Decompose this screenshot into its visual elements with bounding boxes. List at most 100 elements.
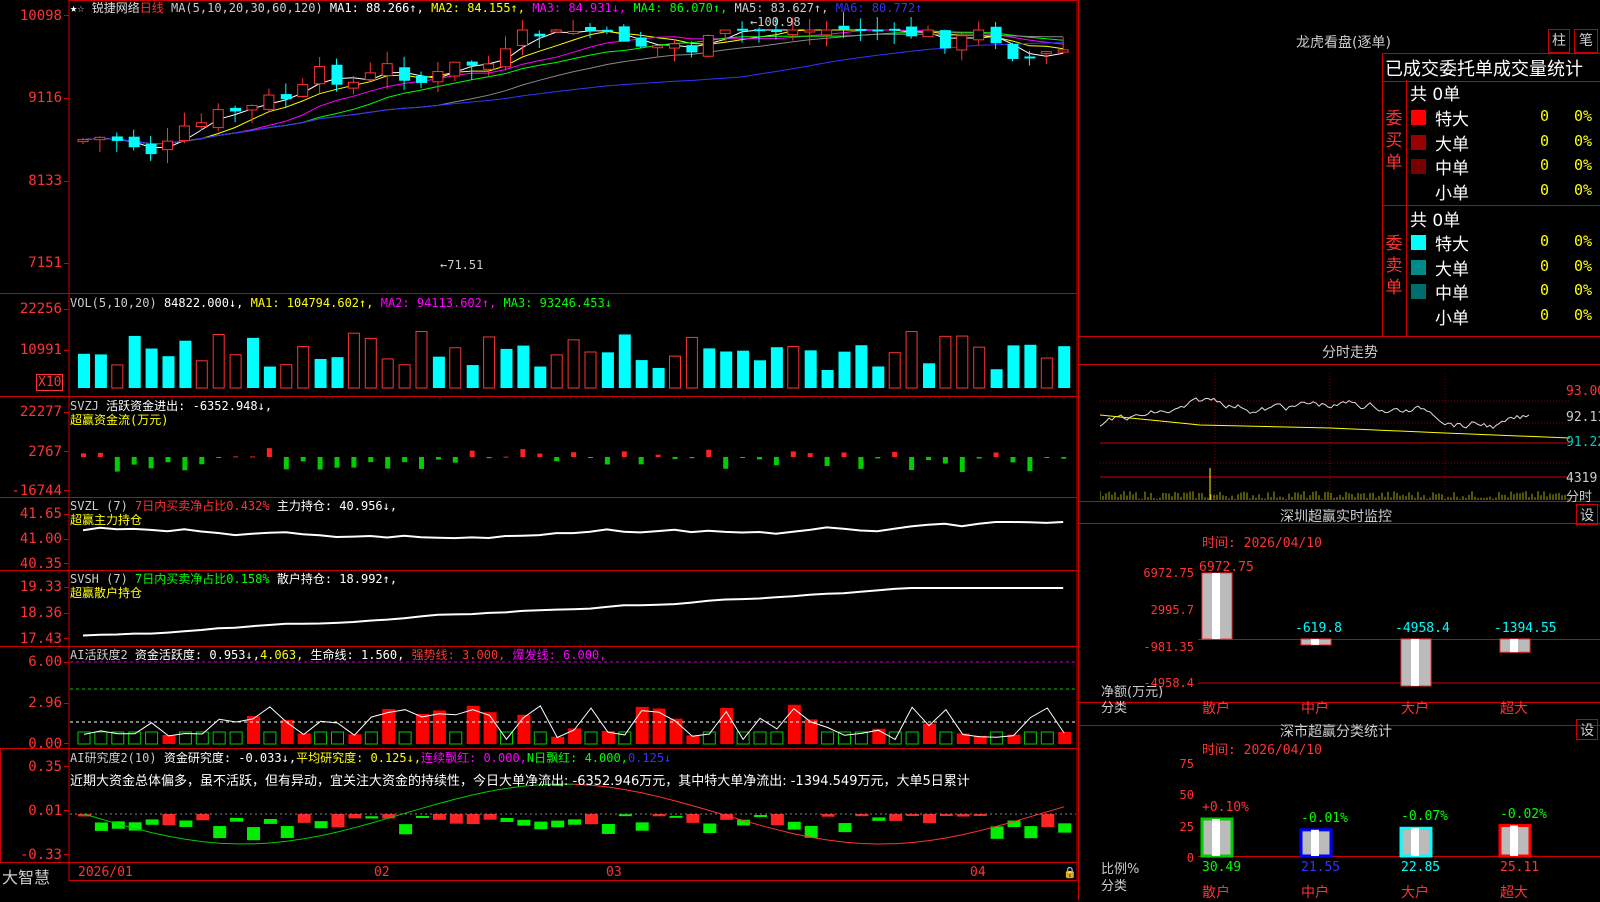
research-bar — [280, 826, 294, 839]
flow-bar — [976, 457, 982, 459]
vol-unit-badge: X10 — [36, 374, 64, 391]
research-bar — [145, 819, 159, 825]
order-type-label: 小单 — [1435, 183, 1469, 204]
flow-bar — [351, 457, 357, 468]
vol-bar — [720, 351, 733, 388]
date-tick-0: 2026/01 — [78, 865, 133, 880]
vol-bar — [314, 358, 327, 388]
lock-icon[interactable]: 🔒 — [1063, 866, 1077, 879]
activity-bar — [331, 731, 344, 745]
candle — [314, 66, 326, 85]
intraday-chart[interactable] — [1100, 373, 1570, 501]
vol-bar — [618, 334, 631, 388]
activity-bar — [787, 704, 801, 744]
activity-bar — [432, 710, 446, 744]
candle — [585, 27, 596, 32]
classify-value-label: 30.49 — [1202, 860, 1242, 875]
svzj-label: SVZJ — [70, 399, 99, 413]
activity-bar — [753, 731, 767, 745]
chart-frame — [0, 0, 1078, 881]
column-mode-button[interactable]: 柱 — [1548, 29, 1570, 53]
candle — [77, 139, 89, 143]
tick-mode-button[interactable]: 笔 — [1574, 29, 1598, 53]
vol-bar — [956, 335, 969, 389]
activity-bar — [297, 733, 311, 744]
flow-bar — [1027, 457, 1033, 472]
candle — [449, 61, 461, 77]
research-bar — [297, 814, 311, 823]
activity-bar — [280, 719, 294, 744]
activity-bar — [1023, 731, 1037, 745]
vol-bar — [162, 356, 175, 388]
vol-label: VOL(5,10,20) — [70, 296, 157, 310]
candle — [821, 29, 833, 36]
research-bar — [652, 814, 666, 817]
star-outline-icon[interactable]: ☆ — [77, 1, 84, 15]
ai-research-header: AI研究度2(10) 资金研究度: -0.033↓,平均研究度: 0.125↓,… — [70, 751, 671, 765]
activity-bar — [533, 731, 547, 745]
ma3-value: MA3: 84.931↓, — [532, 1, 627, 15]
vol-bar — [584, 351, 597, 389]
activity-bar — [888, 731, 902, 745]
main-ytick-1: 9116 — [28, 90, 62, 106]
research-bar — [754, 815, 767, 818]
research-bar — [1058, 823, 1072, 833]
activity-bar — [364, 731, 378, 745]
ai-ytick-2: 0.00 — [28, 736, 62, 752]
monitor-category-label: 中户 — [1301, 701, 1329, 717]
order-count: 0 — [1540, 256, 1550, 275]
intraday-title: 分时走势 — [1322, 345, 1378, 361]
order-pct: 0% — [1574, 131, 1593, 150]
legend-swatch — [1411, 235, 1426, 250]
kline-chart-area[interactable]: ★☆ 锐捷网络日线 MA(5,10,20,30,60,120) MA1: 88.… — [0, 0, 1078, 900]
candle — [1057, 49, 1069, 53]
buy-side-label: 委买单 — [1385, 109, 1403, 173]
research-bar — [534, 821, 548, 830]
ai-active-t2: 4.063, — [259, 648, 304, 662]
research-bar — [432, 814, 446, 820]
monitor-bar — [1300, 638, 1332, 646]
classify-bar — [1299, 828, 1333, 858]
order-count: 0 — [1540, 305, 1550, 324]
ma-line — [82, 30, 1064, 145]
ma-line — [82, 29, 1064, 145]
activity-bar — [382, 709, 396, 744]
activity-bar — [686, 735, 700, 744]
flow-bar — [858, 457, 864, 469]
order-type-label: 中单 — [1435, 159, 1469, 179]
svzl-label: SVZL (7) — [70, 499, 128, 513]
classify-ylabel2: 分类 — [1101, 879, 1128, 894]
candle — [534, 33, 546, 37]
research-bar — [551, 820, 565, 828]
flow-bar — [283, 457, 289, 470]
ma2-value: MA2: 84.155↑, — [431, 1, 525, 15]
monitor-settings-button[interactable]: 设 — [1576, 504, 1598, 525]
research-bar — [263, 818, 277, 824]
flow-bar — [368, 457, 374, 463]
vol-bar — [466, 365, 479, 388]
flow-bar — [81, 453, 86, 457]
date-tick-1: 02 — [374, 865, 390, 880]
intraday-ytick-2: 91.22 — [1566, 435, 1600, 450]
classify-ytick-1: 50 — [1179, 788, 1194, 802]
svzl-ytick-0: 41.65 — [19, 506, 62, 522]
research-bar — [770, 814, 784, 826]
activity-bar — [939, 731, 953, 745]
research-bar — [669, 815, 683, 818]
stock-name: 锐捷网络 — [91, 1, 140, 15]
research-bar — [247, 827, 260, 841]
vol-ytick-1: 10991 — [19, 342, 62, 358]
activity-bar — [1058, 731, 1072, 744]
flow-bar — [250, 456, 255, 458]
order-count: 0 — [1540, 232, 1550, 250]
monitor-category-label: 超大 — [1500, 701, 1528, 717]
candle — [364, 72, 376, 81]
research-bar — [635, 822, 649, 831]
classify-value-label: 21.55 — [1301, 860, 1341, 875]
candle — [331, 64, 343, 85]
vol-bar — [179, 340, 192, 388]
ai-ytick-0: 6.00 — [28, 654, 62, 670]
retail-hold-line — [82, 587, 1064, 637]
research-bar — [365, 816, 379, 819]
candle — [956, 35, 968, 51]
